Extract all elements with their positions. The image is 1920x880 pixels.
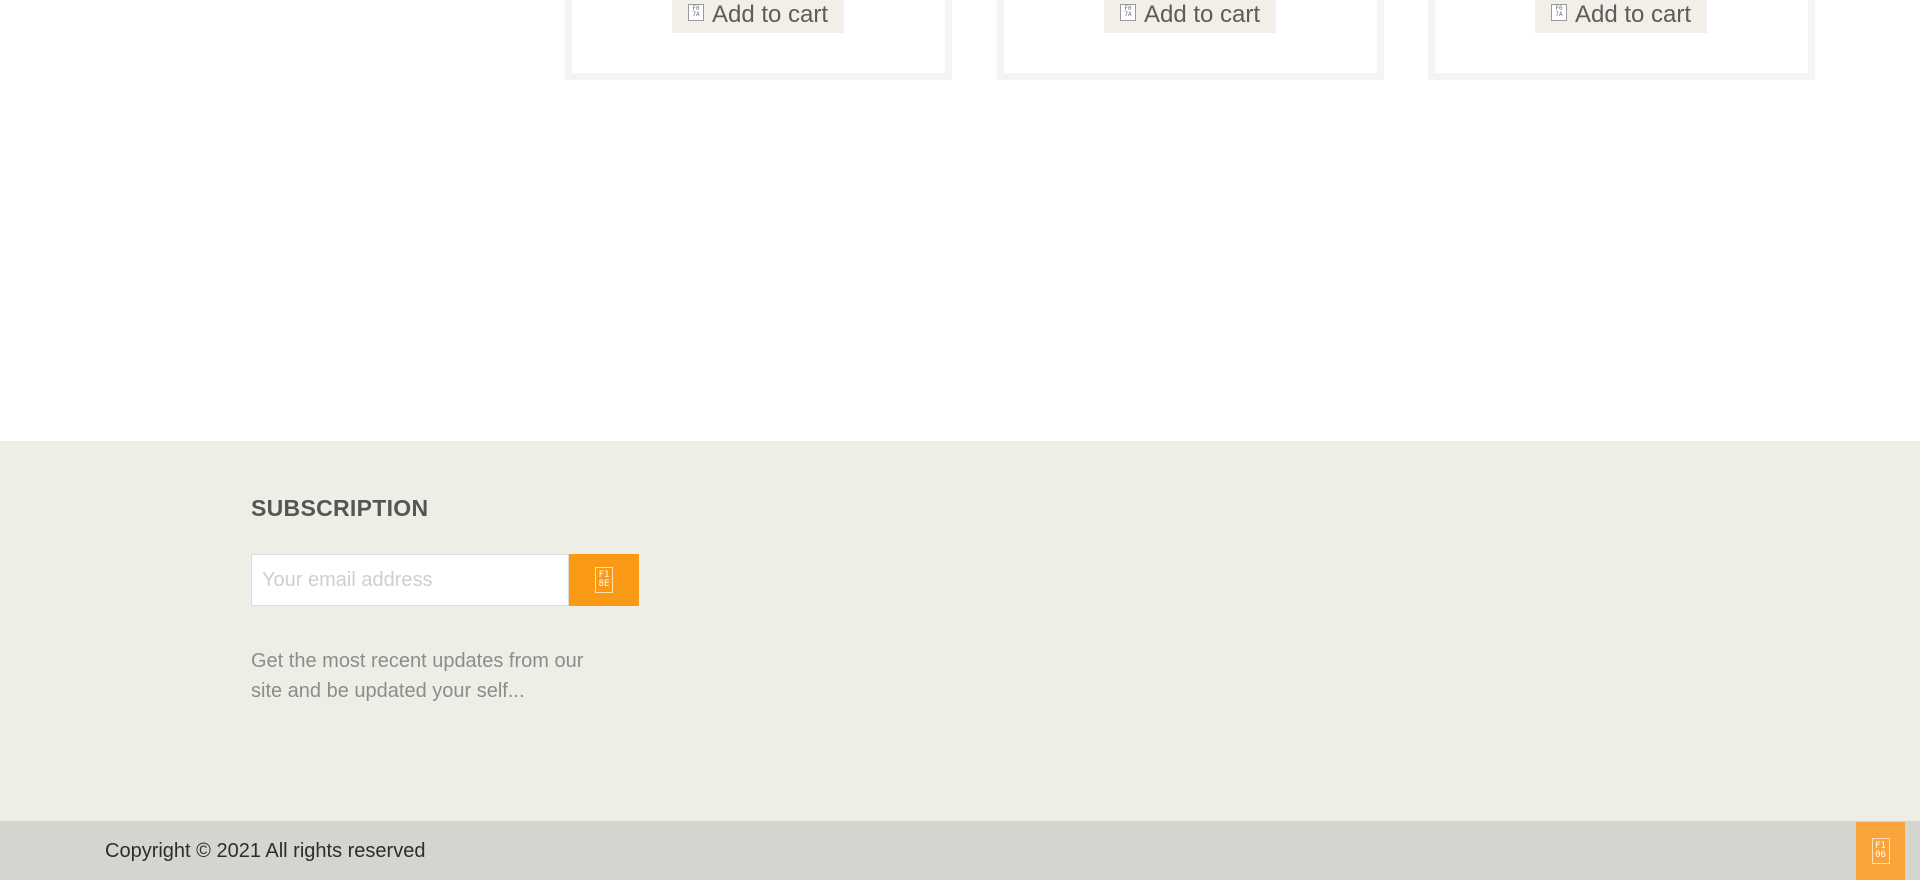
copyright-text: Copyright © 2021 All rights reserved: [105, 840, 426, 862]
back-to-top-button[interactable]: F1 06: [1856, 822, 1905, 880]
cart-icon: F0 7A: [1550, 3, 1567, 21]
add-to-cart-button[interactable]: F0 7A Add to cart: [1535, 0, 1707, 33]
subscription-form: F1 8E: [251, 554, 639, 606]
submit-icon: F1 8E: [595, 567, 613, 593]
add-to-cart-label: Add to cart: [1574, 1, 1692, 28]
subscribe-button[interactable]: F1 8E: [569, 554, 639, 606]
add-to-cart-button[interactable]: F0 7A Add to cart: [1104, 0, 1276, 33]
subscription-description: Get the most recent updates from our sit…: [251, 650, 584, 702]
arrow-up-icon: F1 06: [1871, 838, 1890, 864]
page: F0 7A Add to cart F0 7A Add to cart F0 7…: [0, 0, 1920, 880]
add-to-cart-label: Add to cart: [711, 1, 829, 28]
add-to-cart-button[interactable]: F0 7A Add to cart: [672, 0, 844, 33]
add-to-cart-label: Add to cart: [1143, 1, 1261, 28]
email-input[interactable]: [251, 554, 569, 606]
cart-icon: F0 7A: [687, 3, 704, 21]
subscription-section: SUBSCRIPTION F1 8E Get the most recent u…: [0, 441, 1920, 821]
product-card: F0 7A Add to cart: [997, 0, 1384, 80]
footer: Copyright © 2021 All rights reserved F1 …: [0, 821, 1920, 880]
product-card: F0 7A Add to cart: [1428, 0, 1815, 80]
product-card: F0 7A Add to cart: [565, 0, 952, 80]
subscription-title: SUBSCRIPTION: [251, 495, 429, 521]
cart-icon: F0 7A: [1119, 3, 1136, 21]
